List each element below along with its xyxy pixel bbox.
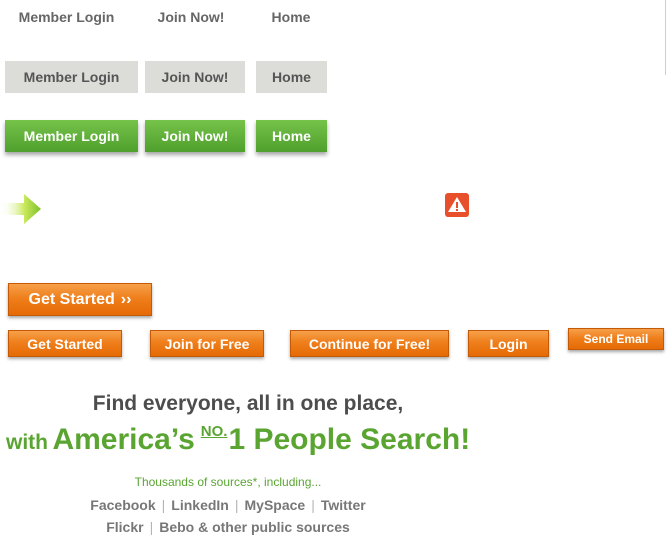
separator: | <box>149 519 154 535</box>
source-twitter: Twitter <box>320 497 366 513</box>
headline-line1: Find everyone, all in one place, <box>92 392 404 415</box>
get-started-arrow-button[interactable]: Get Started ›› <box>8 283 152 316</box>
number-badge: NO. <box>200 423 228 440</box>
member-login-button-active[interactable]: Member Login <box>5 120 138 152</box>
double-chevron-icon: ›› <box>120 290 132 308</box>
separator: | <box>234 497 239 513</box>
get-started-label: Get Started <box>28 290 115 308</box>
send-email-button[interactable]: Send Email <box>568 328 664 350</box>
login-button[interactable]: Login <box>468 330 549 357</box>
source-flickr: Flickr <box>106 519 144 535</box>
source-facebook: Facebook <box>90 497 156 513</box>
sources-intro: Thousands of sources*, including... <box>134 475 322 489</box>
source-myspace: MySpace <box>244 497 306 513</box>
home-button-hover[interactable]: Home <box>256 61 327 93</box>
headline-with: with <box>6 431 48 454</box>
headline-line2: with America’s NO.1 People Search! <box>6 423 470 457</box>
home-button-active[interactable]: Home <box>256 120 327 152</box>
join-now-button-hover[interactable]: Join Now! <box>145 61 245 93</box>
sources-row-1: Facebook | LinkedIn | MySpace | Twitter <box>0 497 456 513</box>
sources-row-2: Flickr | Bebo & other public sources <box>0 519 456 535</box>
join-now-button-active[interactable]: Join Now! <box>145 120 245 152</box>
continue-for-free-button[interactable]: Continue for Free! <box>290 330 449 357</box>
separator: | <box>161 497 166 513</box>
separator: | <box>311 497 315 513</box>
headline-rest: 1 People Search! <box>228 423 471 456</box>
member-login-link[interactable]: Member Login <box>5 4 128 30</box>
source-bebo: Bebo & other public sources <box>159 519 350 535</box>
source-linkedin: LinkedIn <box>171 497 229 513</box>
headline-america: America’s <box>52 423 195 456</box>
warning-icon <box>445 193 469 217</box>
get-started-button[interactable]: Get Started <box>8 330 122 357</box>
divider-line <box>665 0 666 75</box>
home-link[interactable]: Home <box>256 4 326 30</box>
member-login-button-hover[interactable]: Member Login <box>5 61 138 93</box>
join-now-link[interactable]: Join Now! <box>145 4 237 30</box>
join-for-free-button[interactable]: Join for Free <box>150 330 264 357</box>
arrow-right-icon <box>0 193 42 225</box>
